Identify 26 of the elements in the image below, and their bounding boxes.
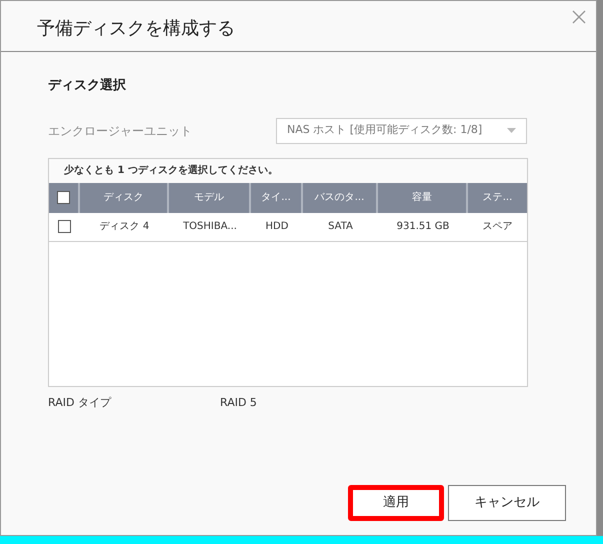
column-header[interactable]: ディスク bbox=[104, 190, 144, 205]
close-icon[interactable] bbox=[572, 9, 588, 25]
table-cell-text: ディスク 4 bbox=[100, 220, 150, 234]
table-cell-text: HDD bbox=[266, 220, 288, 234]
table-cell-text: TOSHIBA... bbox=[183, 220, 237, 234]
column-header[interactable]: モデル bbox=[194, 190, 224, 205]
instruction-text: 少なくとも 1 つディスクを選択してください。 bbox=[64, 164, 278, 178]
apply-button[interactable]: 適用 bbox=[348, 485, 444, 521]
field-label: エンクロージャーユニット bbox=[48, 122, 192, 140]
table-row[interactable]: ディスク 4 TOSHIBA... HDD SATA 931.51 GB スペア bbox=[49, 212, 527, 242]
raid-value: RAID 5 bbox=[220, 394, 257, 410]
raid-label: RAID タイプ bbox=[48, 394, 112, 410]
column-header[interactable]: ステ... bbox=[482, 190, 512, 205]
column-header[interactable]: 容量 bbox=[412, 190, 432, 205]
enclosure-dropdown[interactable]: NAS ホスト [使用可能ディスク数: 1/8] bbox=[276, 118, 527, 144]
table-cell-text: SATA bbox=[328, 220, 353, 234]
caret-icon bbox=[507, 128, 516, 133]
dialog-title: 予備ディスクを構成する bbox=[37, 16, 235, 40]
column-header[interactable]: タイ... bbox=[261, 190, 291, 205]
table-cell-text: 931.51 GB bbox=[396, 220, 450, 234]
column-header[interactable]: バスのタ... bbox=[314, 190, 364, 205]
cancel-button[interactable]: キャンセル bbox=[448, 485, 566, 521]
table-cell-text: スペア bbox=[482, 220, 512, 234]
checkbox[interactable] bbox=[57, 191, 70, 204]
checkbox[interactable] bbox=[58, 220, 71, 233]
section-title: ディスク選択 bbox=[48, 77, 127, 95]
